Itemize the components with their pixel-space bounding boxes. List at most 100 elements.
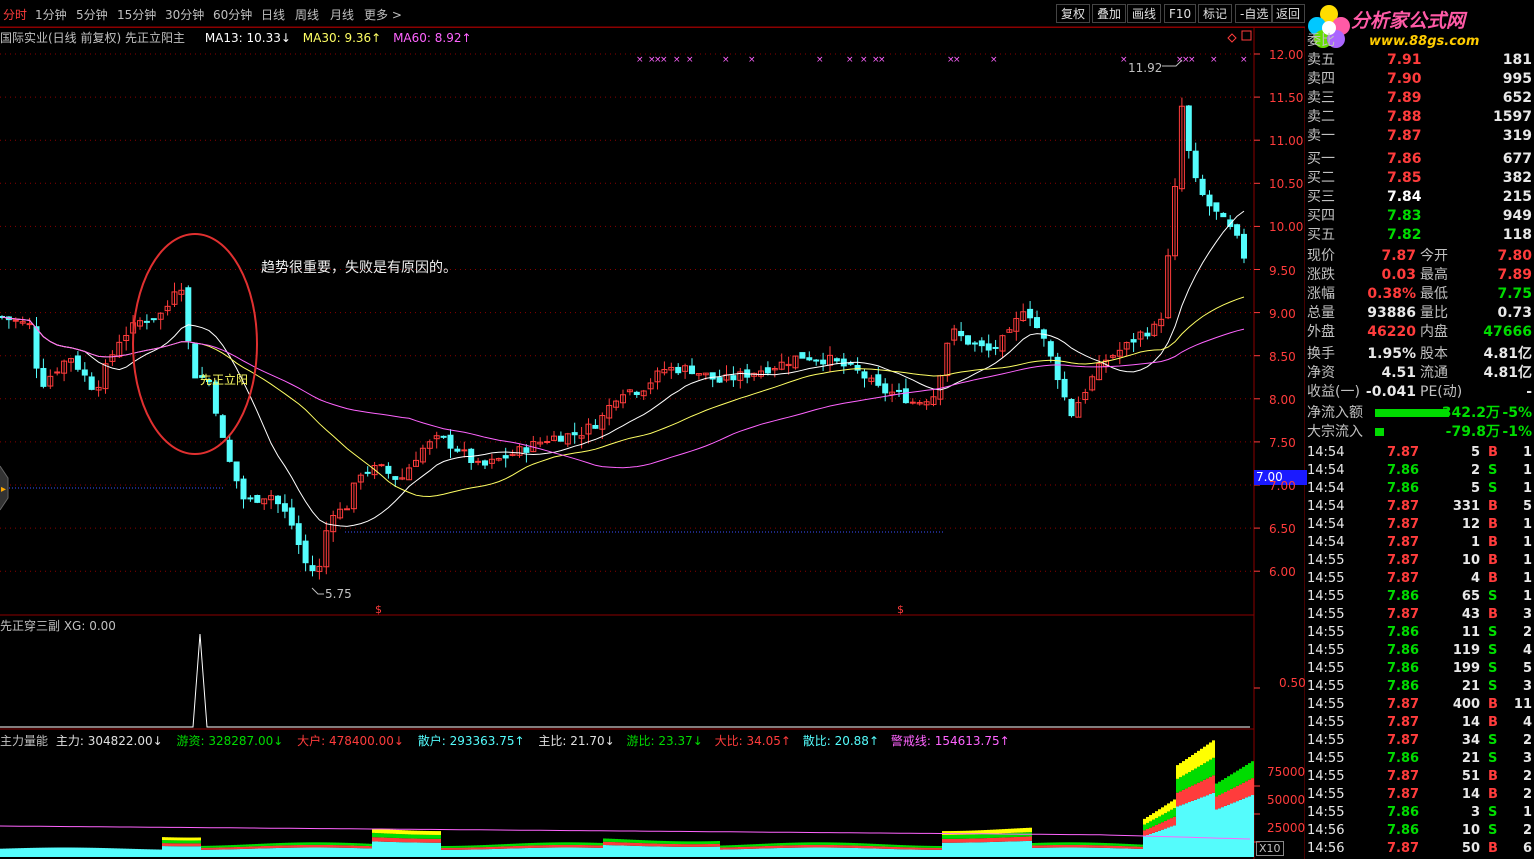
tick-side: S — [1488, 679, 1498, 694]
vol-bar-dahu — [759, 846, 762, 849]
vol-bar-youzi — [1188, 772, 1191, 788]
vol-bar-sanhu — [882, 848, 885, 857]
vol-bar-dahu — [777, 845, 780, 849]
vol-bar-sanhu — [570, 847, 573, 857]
vol-bar-sanhu — [240, 849, 243, 857]
tick-price: 7.87 — [1387, 499, 1420, 514]
quote-value: 7.87 — [1381, 248, 1416, 264]
vol-bar-youzi — [822, 842, 825, 845]
vol-bar-dahu — [288, 845, 291, 848]
signal-marker: × — [878, 55, 886, 65]
vol-bar-youzi — [225, 845, 228, 848]
vol-bar-dahu — [555, 844, 558, 848]
vol-bar-sanhu — [360, 848, 363, 857]
tick-price: 7.87 — [1387, 787, 1420, 802]
vol-bar-dahu — [1104, 845, 1107, 848]
tick-side: B — [1488, 769, 1498, 784]
vol-bar-dahu — [504, 846, 507, 849]
vol-bar-youzi — [984, 834, 987, 839]
vol-bar-sanhu — [204, 849, 207, 857]
bid-volume: 215 — [1502, 189, 1532, 205]
vol-bar-youzi — [687, 841, 690, 845]
vol-bar-dahu — [351, 845, 354, 848]
vol-bar-dahu — [237, 846, 240, 850]
signal-marker: × — [990, 55, 998, 65]
vol-bar-youzi — [351, 843, 354, 846]
vol-bar-sanhu — [117, 848, 120, 857]
vol-bar-dahu — [213, 847, 216, 850]
vol-bar-dahu — [747, 846, 750, 849]
vol-bar-dahu — [861, 845, 864, 849]
vol-bar-dahu — [1140, 846, 1143, 849]
vol-bar-youzi — [942, 834, 945, 839]
vol-bar-dahu — [1002, 837, 1005, 842]
vol-bar-dahu — [300, 844, 303, 848]
vol-bar-youzi — [477, 845, 480, 848]
vol-bar-youzi — [1095, 842, 1098, 846]
vol-bar-youzi — [534, 842, 537, 846]
vol-bar-zhuli — [420, 830, 423, 835]
tick-side: B — [1488, 553, 1498, 568]
vol-bar-youzi — [921, 845, 924, 848]
vol-bar-sanhu — [162, 846, 165, 857]
vol-bar-zhuli — [951, 831, 954, 835]
candle-body — [295, 523, 302, 546]
tick-row: 14:55 7.86 3 S 1 — [1305, 804, 1534, 822]
vol-bar-youzi — [300, 842, 303, 845]
vol-bar-dahu — [369, 846, 372, 849]
vol-bar-sanhu — [315, 847, 318, 857]
vol-bar-youzi — [1179, 777, 1182, 792]
vol-bar-zhuli — [393, 829, 396, 834]
vol-bar-sanhu — [108, 848, 111, 857]
vol-bar-youzi — [654, 840, 657, 844]
vol-bar-zhuli — [198, 837, 201, 841]
vol-bar-dahu — [546, 845, 549, 848]
vol-bar-sanhu — [852, 847, 855, 857]
vol-bar-dahu — [609, 841, 612, 846]
vol-bar-sanhu — [177, 846, 180, 857]
vol-bar-sanhu — [42, 847, 45, 857]
vol-bar-youzi — [357, 843, 360, 846]
vol-bar-zhuli — [1191, 754, 1194, 771]
vol-bar-youzi — [978, 834, 981, 839]
vol-bar-youzi — [774, 843, 777, 846]
vol-bar-sanhu — [174, 846, 177, 857]
vol-bar-youzi — [1065, 842, 1068, 845]
vol-bar-youzi — [510, 843, 513, 847]
vol-bar-dahu — [1071, 844, 1074, 848]
signal-marker: × — [1120, 55, 1128, 65]
vol-bar-youzi — [1164, 813, 1167, 821]
vol-bar-sanhu — [102, 848, 105, 857]
vol-bar-sanhu — [927, 849, 930, 857]
vol-bar-sanhu — [933, 849, 936, 857]
vol-bar-sanhu — [243, 848, 246, 857]
vol-bar-youzi — [384, 833, 387, 838]
candle-body — [633, 391, 640, 396]
vol-bar-dahu — [888, 846, 891, 849]
vol-bar-dahu — [780, 845, 783, 848]
vol-bar-dahu — [1161, 822, 1164, 830]
candle-body — [833, 358, 840, 362]
vol-bar-youzi — [696, 841, 699, 845]
vol-bar-dahu — [816, 844, 819, 848]
vol-bar-youzi — [174, 840, 177, 844]
vol-bar-sanhu — [765, 848, 768, 857]
vol-bar-sanhu — [63, 847, 66, 857]
tick-row: 14:55 7.87 34 S 2 — [1305, 732, 1534, 750]
vol-bar-dahu — [1164, 820, 1167, 829]
vol-bar-dahu — [927, 847, 930, 850]
vol-bar-dahu — [618, 842, 621, 846]
vol-bar-zhuli — [186, 837, 189, 841]
window-box-icon[interactable] — [1241, 30, 1252, 41]
vol-bar-dahu — [522, 845, 525, 849]
vol-bar-youzi — [936, 845, 939, 848]
kline-chart[interactable]: × ××× × × × × × × × ×× ×× × × ××× × ×$ $▸ — [0, 0, 1305, 859]
vol-bar-dahu — [690, 844, 693, 847]
vol-bar-sanhu — [792, 847, 795, 857]
vol-bar-dahu — [318, 844, 321, 848]
candle-body — [240, 478, 247, 500]
diamond-icon[interactable] — [1227, 33, 1237, 43]
vol-bar-youzi — [918, 845, 921, 848]
vol-bar-youzi — [198, 840, 201, 844]
vol-bar-dahu — [1128, 846, 1131, 849]
